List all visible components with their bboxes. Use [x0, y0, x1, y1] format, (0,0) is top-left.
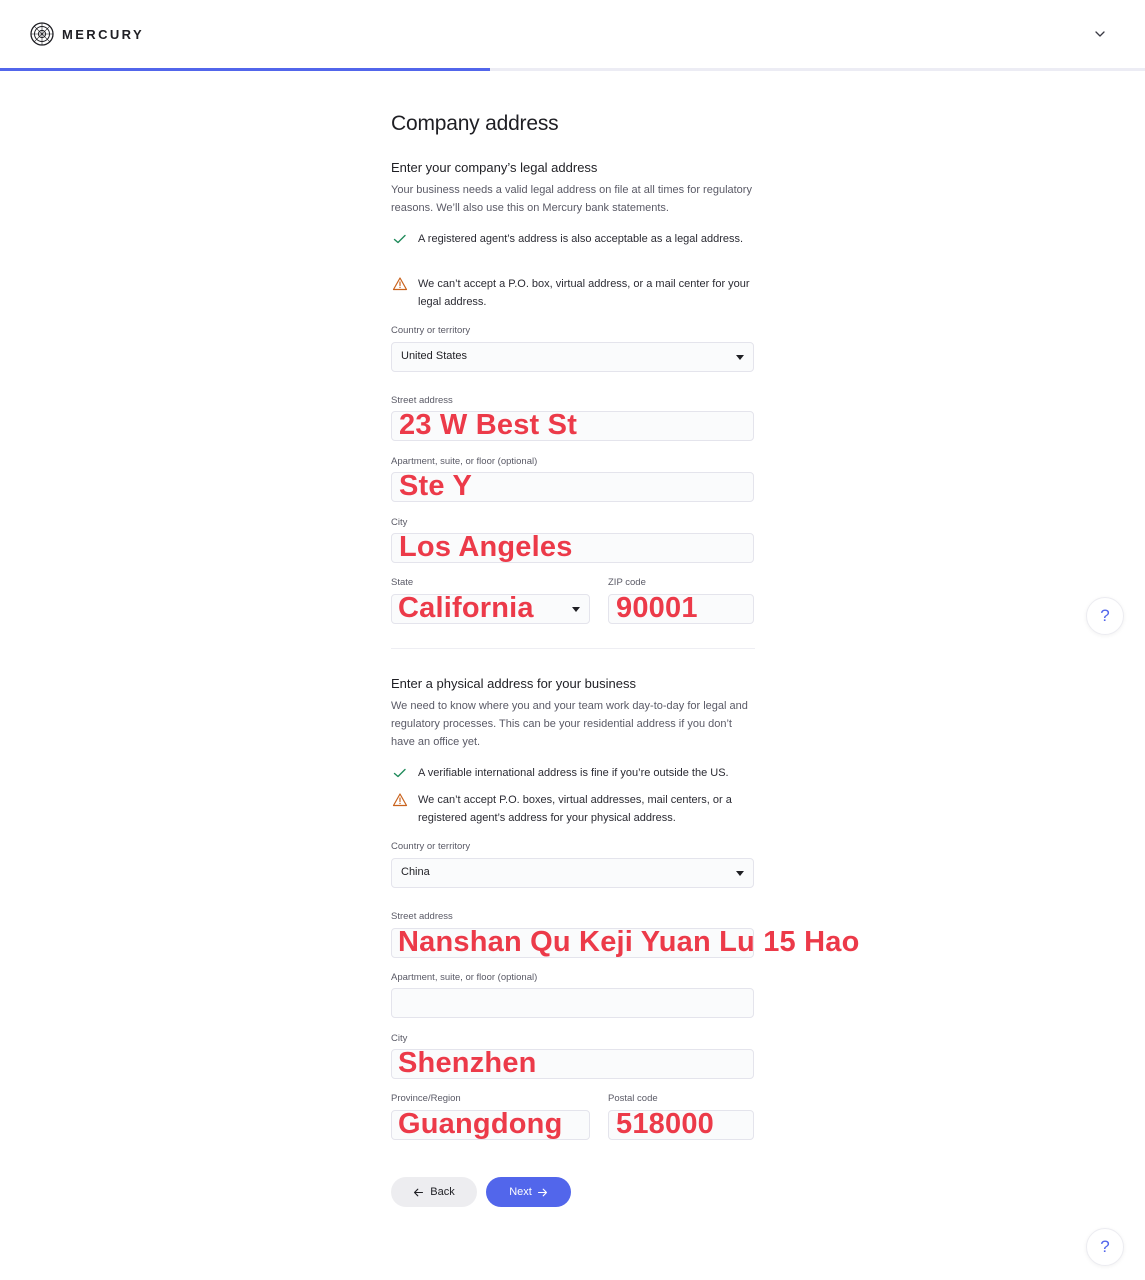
section-divider	[391, 648, 755, 649]
warning-icon	[392, 277, 408, 291]
legal-note-warning-text: We can’t accept a P.O. box, virtual addr…	[418, 278, 750, 308]
physical-section-description: We need to know where you and your team …	[391, 700, 748, 748]
brand-name: MERCURY	[62, 26, 145, 42]
arrow-left-icon	[414, 1188, 424, 1196]
physical-postal-value: 518000	[616, 1108, 714, 1140]
legal-zip-input[interactable]: 90001	[608, 592, 754, 624]
physical-note-warning-text: We can’t accept P.O. boxes, virtual addr…	[418, 794, 732, 824]
physical-street-input[interactable]: Nanshan Qu Keji Yuan Lu 15 Hao	[391, 926, 859, 958]
check-icon	[393, 768, 406, 778]
physical-postal-label: Postal code	[608, 1093, 658, 1104]
legal-zip-value: 90001	[616, 592, 698, 624]
physical-street-label: Street address	[391, 911, 453, 922]
physical-country-value: China	[401, 866, 430, 878]
physical-province-label: Province/Region	[391, 1093, 461, 1104]
back-button[interactable]: Back	[391, 1177, 477, 1207]
physical-postal-input[interactable]: 518000	[608, 1108, 754, 1140]
next-button-label: Next	[509, 1186, 532, 1198]
progress-bar-fill	[0, 68, 491, 71]
help-icon: ?	[1100, 1237, 1110, 1256]
legal-apt-value: Ste Y	[399, 470, 473, 502]
physical-city-value: Shenzhen	[398, 1047, 537, 1079]
legal-state-select[interactable]: California	[391, 592, 590, 624]
legal-apt-input[interactable]: Ste Y	[391, 470, 754, 502]
physical-note-ok: A verifiable international address is fi…	[391, 764, 753, 782]
legal-state-label: State	[391, 577, 414, 588]
legal-street-input[interactable]: 23 W Best St	[391, 409, 754, 441]
physical-section-title: Enter a physical address for your busine…	[391, 676, 636, 691]
dropdown-caret-icon	[736, 355, 744, 360]
physical-city-label: City	[391, 1033, 408, 1044]
warning-icon	[392, 793, 408, 807]
physical-apt-input[interactable]	[391, 988, 754, 1018]
physical-province-input[interactable]: Guangdong	[391, 1108, 590, 1140]
page-title: Company address	[391, 112, 559, 135]
physical-province-value: Guangdong	[398, 1108, 563, 1140]
physical-city-input[interactable]: Shenzhen	[391, 1047, 754, 1079]
legal-state-value: California	[398, 592, 534, 624]
chevron-down-icon[interactable]	[1093, 27, 1107, 41]
mercury-logo[interactable]: MERCURY	[30, 22, 144, 46]
legal-note-warning: We can’t accept a P.O. box, virtual addr…	[391, 275, 753, 311]
legal-country-value: United States	[401, 350, 468, 362]
progress-bar	[0, 68, 1145, 71]
dropdown-caret-icon	[572, 607, 580, 612]
legal-country-label: Country or territory	[391, 325, 471, 336]
legal-city-value: Los Angeles	[399, 531, 573, 563]
mercury-logo-icon	[30, 22, 54, 46]
check-icon	[393, 234, 406, 244]
next-button[interactable]: Next	[486, 1177, 571, 1207]
help-button[interactable]: ?	[1086, 597, 1124, 635]
legal-street-value: 23 W Best St	[399, 409, 578, 441]
legal-city-label: City	[391, 517, 408, 528]
legal-zip-label: ZIP code	[608, 577, 646, 588]
physical-street-value: Nanshan Qu Keji Yuan Lu 15 Hao	[398, 926, 860, 958]
physical-note-ok-text: A verifiable international address is fi…	[418, 767, 729, 779]
legal-apt-label: Apartment, suite, or floor (optional)	[391, 456, 538, 467]
legal-street-label: Street address	[391, 395, 453, 406]
physical-country-label: Country or territory	[391, 841, 471, 852]
dropdown-caret-icon	[736, 871, 744, 876]
back-button-label: Back	[430, 1186, 455, 1198]
legal-country-select[interactable]: United States	[391, 342, 754, 372]
physical-apt-label: Apartment, suite, or floor (optional)	[391, 972, 538, 983]
help-icon: ?	[1100, 606, 1110, 625]
help-button[interactable]: ?	[1086, 1228, 1124, 1266]
legal-note-ok: A registered agent’s address is also acc…	[391, 230, 753, 248]
legal-section-title: Enter your company’s legal address	[391, 160, 598, 175]
legal-section-description: Your business needs a valid legal addres…	[391, 184, 752, 214]
legal-city-input[interactable]: Los Angeles	[391, 531, 754, 563]
top-bar: MERCURY	[0, 0, 1145, 68]
physical-note-warning: We can’t accept P.O. boxes, virtual addr…	[391, 791, 753, 827]
arrow-right-icon	[537, 1188, 547, 1196]
legal-note-ok-text: A registered agent’s address is also acc…	[418, 233, 744, 245]
physical-country-select[interactable]: China	[391, 858, 754, 888]
